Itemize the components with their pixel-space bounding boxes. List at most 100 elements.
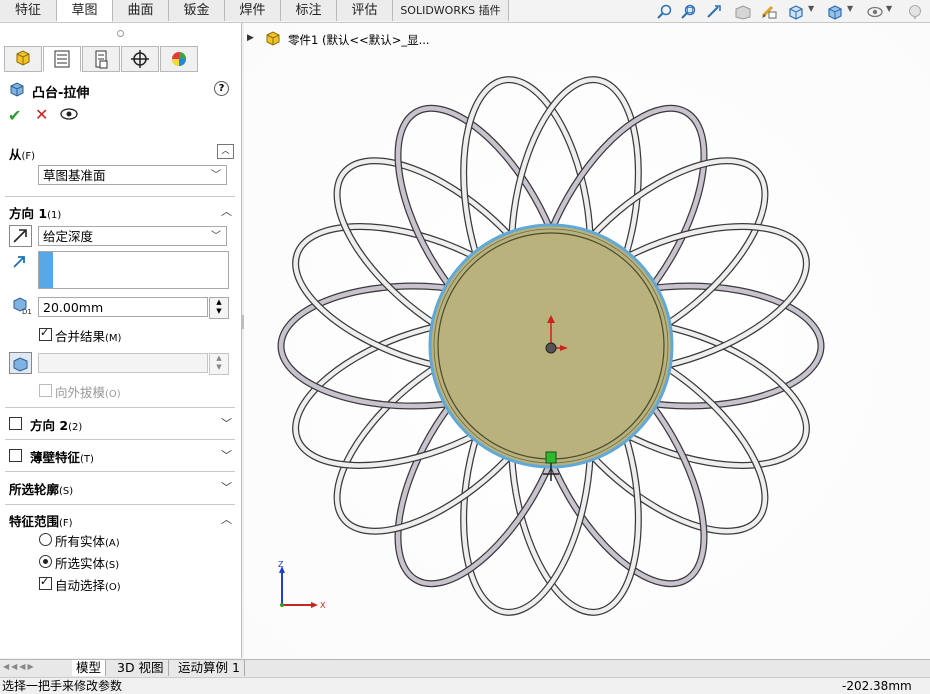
draft-shortcut: (O) [105,389,121,400]
section-view-icon[interactable] [734,4,752,20]
view-orientation-dropdown-icon[interactable]: ▼ [808,4,826,20]
help-icon[interactable]: ? [214,81,229,96]
cursor-coordinate: -202.38mm [842,679,912,693]
draft-outward-checkbox[interactable] [39,384,52,397]
manager-tabs [4,46,240,72]
tab-property-manager[interactable] [43,46,81,72]
tab-evaluate[interactable]: 评估 [337,0,393,21]
property-manager-panel: 凸台-拉伸 ? ✔ ✕ 从(F) ︿ 草图基准面 ﹀ 方向 1(1) ︿ 给定深度… [0,23,242,658]
end-condition-select[interactable]: 给定深度 ﹀ [38,226,227,246]
selected-bodies-label: 所选实体(S) [55,553,119,572]
section-from-title[interactable]: 从(F) [9,144,35,163]
draft-text: 向外拔模 [55,385,106,400]
chevron-up-icon[interactable]: ︿ [221,203,232,219]
thin-feature-checkbox[interactable] [9,449,22,462]
scope-label: 特征范围 [9,514,60,529]
auto-select-checkbox[interactable]: ✓ [39,575,52,590]
reverse-arrow-icon [13,229,27,243]
divider [5,471,235,472]
section-selected-contours-title[interactable]: 所选轮廓(S) [9,479,73,498]
section-feature-scope-title[interactable]: 特征范围(F) [9,511,73,530]
draft-icon [13,357,28,372]
tab-sketch[interactable]: 草图 [57,0,113,22]
section-direction1-title[interactable]: 方向 1(1) [9,203,61,222]
direction2-checkbox[interactable] [9,417,22,430]
reverse-direction-button[interactable] [9,225,32,247]
tab-solidworks-addins[interactable]: SOLIDWORKS 插件 [393,0,509,21]
tab-scroll-arrows-icon[interactable]: ◀◀◀▶ [3,662,65,675]
previous-view-icon[interactable] [705,4,723,20]
dynamic-annotation-icon[interactable] [760,4,778,20]
tab-3d-view[interactable]: 3D 视图 [113,660,169,676]
display-style-icon[interactable] [826,4,844,20]
merge-result-checkbox[interactable]: ✓ [39,326,52,341]
chevron-up-icon[interactable]: ︿ [221,511,232,527]
tab-dimxpert-manager[interactable] [121,46,159,72]
depth-value: 20.00mm [43,300,104,315]
model-tabs-bar: ◀◀◀▶ 模型 3D 视图 运动算例 1 [0,659,930,677]
hide-show-items-icon[interactable] [866,4,884,20]
thin-label: 薄壁特征 [30,450,81,465]
draft-angle-spinner[interactable]: ▲ ▼ [209,353,229,375]
tab-weldments[interactable]: 焊件 [225,0,281,21]
view-orientation-icon[interactable] [787,4,805,20]
chevron-down-icon: ﹀ [211,231,221,242]
depth-dimension-icon: D1 [13,297,32,315]
section-direction2-title[interactable]: 方向 2(2) [30,415,82,434]
selected-bodies-shortcut: (S) [105,560,120,571]
tab-sheet-metal[interactable]: 钣金 [169,0,225,21]
graphics-area[interactable]: Z X ▶ 零件1 (默认<<默认>_显... [244,23,930,659]
zoom-to-fit-icon[interactable] [656,4,674,20]
selection-color-swatch [39,252,53,288]
tab-markup[interactable]: 标注 [281,0,337,21]
chevron-down-icon[interactable]: ﹀ [221,447,232,463]
divider [5,504,235,505]
part-tree-label[interactable]: 零件1 (默认<<默认>_显... [288,32,430,48]
edit-appearance-icon[interactable] [906,4,924,20]
origin-point[interactable] [545,342,557,354]
draft-angle-input[interactable] [38,353,208,373]
tab-motion-study[interactable]: 运动算例 1 [174,660,245,676]
hide-show-dropdown-icon[interactable]: ▼ [886,4,904,20]
chevron-down-icon[interactable]: ﹀ [221,415,232,431]
ok-button[interactable]: ✔ [8,106,21,125]
svg-text:X: X [320,601,326,610]
tab-features[interactable]: 特征 [0,0,57,21]
tab-feature-manager[interactable] [4,46,42,72]
direction-vector-icon [13,256,25,268]
from-label: 从 [9,147,22,162]
tab-model[interactable]: 模型 [72,660,107,676]
end-condition-value: 给定深度 [43,229,94,244]
display-style-dropdown-icon[interactable]: ▼ [847,4,865,20]
svg-text:Z: Z [278,560,284,569]
depth-input[interactable]: 20.00mm [38,297,208,317]
selected-bodies-radio[interactable] [39,555,52,568]
tab-display-manager[interactable] [160,46,198,72]
direction1-label: 方向 1 [9,206,48,221]
tab-configuration-manager[interactable] [82,46,120,72]
draft-on-off-button[interactable] [9,352,32,374]
tree-expand-arrow-icon[interactable]: ▶ [247,33,254,43]
contours-shortcut: (S) [59,486,74,497]
merge-shortcut: (M) [105,333,122,344]
appearance-ball-icon [172,52,186,66]
direction-selection-box[interactable] [38,251,229,289]
from-select[interactable]: 草图基准面 ﹀ [38,165,227,185]
extrude-feature-icon [10,82,24,97]
grip-dot[interactable] [117,30,124,37]
auto-select-shortcut: (O) [105,582,121,593]
chevron-down-icon[interactable]: ﹀ [221,479,232,495]
zoom-to-area-icon[interactable] [680,4,698,20]
tab-surfaces[interactable]: 曲面 [113,0,169,21]
depth-spinner[interactable]: ▲ ▼ [209,297,229,319]
preview-eye-button[interactable] [60,108,78,120]
collapse-from-button[interactable]: ︿ [217,144,234,159]
extrude-drag-handle[interactable] [545,451,557,464]
from-shortcut: (F) [21,151,36,162]
cancel-button[interactable]: ✕ [35,105,48,124]
section-thin-feature-title[interactable]: 薄壁特征(T) [30,447,94,466]
all-bodies-radio[interactable] [39,533,52,546]
part-icon [266,31,280,46]
divider [5,196,235,197]
model-view: Z X [244,23,930,659]
